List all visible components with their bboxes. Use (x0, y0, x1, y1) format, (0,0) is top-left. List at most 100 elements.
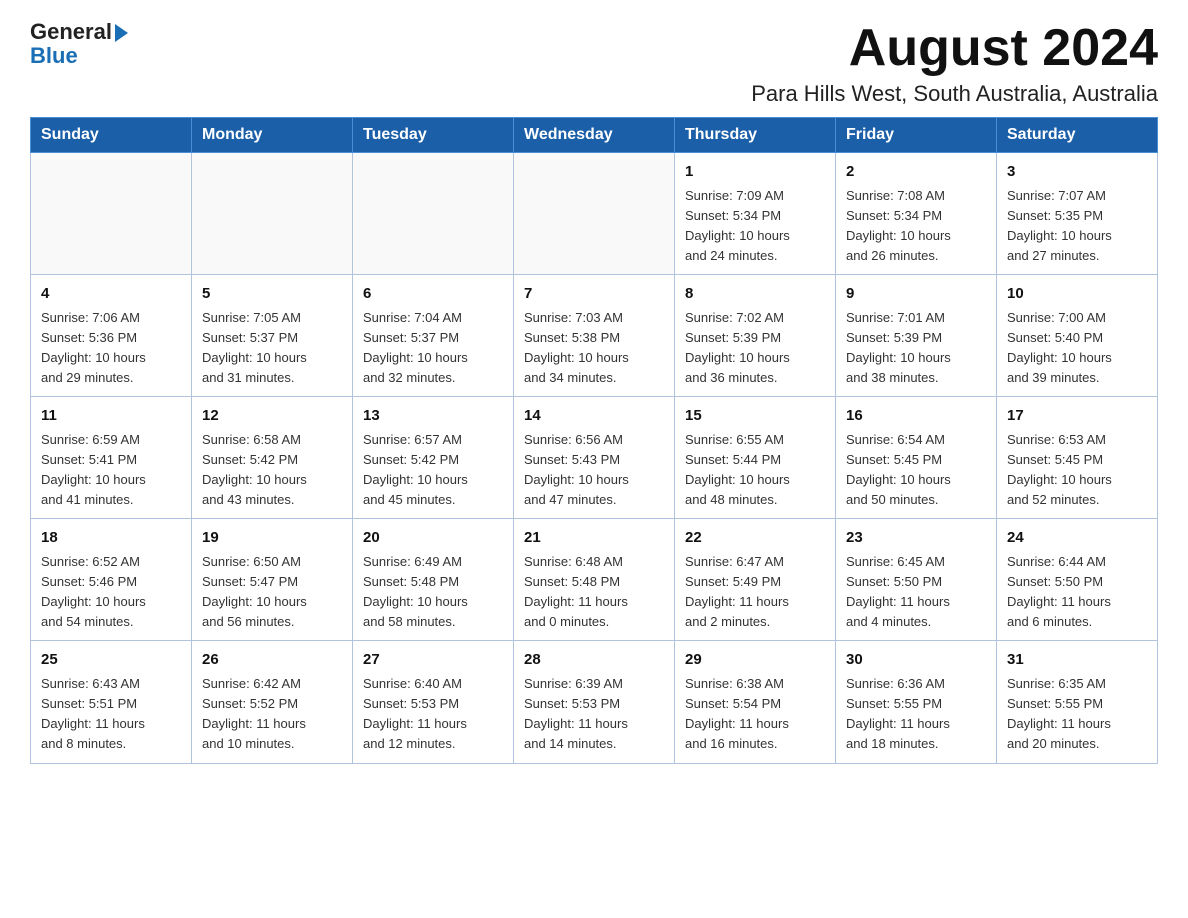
day-number: 2 (846, 161, 986, 184)
calendar-cell: 21Sunrise: 6:48 AMSunset: 5:48 PMDayligh… (514, 519, 675, 641)
calendar-cell: 8Sunrise: 7:02 AMSunset: 5:39 PMDaylight… (675, 275, 836, 397)
calendar-cell: 28Sunrise: 6:39 AMSunset: 5:53 PMDayligh… (514, 641, 675, 763)
day-number: 17 (1007, 405, 1147, 428)
day-number: 31 (1007, 649, 1147, 672)
day-info: Sunrise: 6:56 AMSunset: 5:43 PMDaylight:… (524, 430, 664, 511)
calendar-cell: 15Sunrise: 6:55 AMSunset: 5:44 PMDayligh… (675, 397, 836, 519)
calendar-cell: 12Sunrise: 6:58 AMSunset: 5:42 PMDayligh… (192, 397, 353, 519)
logo-text-general: General (30, 20, 112, 44)
calendar-cell: 5Sunrise: 7:05 AMSunset: 5:37 PMDaylight… (192, 275, 353, 397)
week-row-3: 11Sunrise: 6:59 AMSunset: 5:41 PMDayligh… (31, 397, 1158, 519)
weekday-header-sunday: Sunday (31, 118, 192, 153)
calendar-cell: 30Sunrise: 6:36 AMSunset: 5:55 PMDayligh… (836, 641, 997, 763)
calendar-cell (353, 153, 514, 275)
calendar-cell: 19Sunrise: 6:50 AMSunset: 5:47 PMDayligh… (192, 519, 353, 641)
weekday-header-thursday: Thursday (675, 118, 836, 153)
day-info: Sunrise: 7:03 AMSunset: 5:38 PMDaylight:… (524, 308, 664, 389)
day-number: 8 (685, 283, 825, 306)
day-number: 27 (363, 649, 503, 672)
calendar-cell: 17Sunrise: 6:53 AMSunset: 5:45 PMDayligh… (997, 397, 1158, 519)
calendar-cell: 29Sunrise: 6:38 AMSunset: 5:54 PMDayligh… (675, 641, 836, 763)
calendar-cell (192, 153, 353, 275)
day-number: 3 (1007, 161, 1147, 184)
day-info: Sunrise: 6:49 AMSunset: 5:48 PMDaylight:… (363, 552, 503, 633)
day-info: Sunrise: 7:02 AMSunset: 5:39 PMDaylight:… (685, 308, 825, 389)
day-info: Sunrise: 6:53 AMSunset: 5:45 PMDaylight:… (1007, 430, 1147, 511)
day-number: 18 (41, 527, 181, 550)
day-number: 6 (363, 283, 503, 306)
calendar-cell (31, 153, 192, 275)
day-number: 30 (846, 649, 986, 672)
day-number: 24 (1007, 527, 1147, 550)
day-info: Sunrise: 6:57 AMSunset: 5:42 PMDaylight:… (363, 430, 503, 511)
logo-text-blue: Blue (30, 44, 78, 68)
calendar-cell: 18Sunrise: 6:52 AMSunset: 5:46 PMDayligh… (31, 519, 192, 641)
calendar-cell: 20Sunrise: 6:49 AMSunset: 5:48 PMDayligh… (353, 519, 514, 641)
day-info: Sunrise: 7:06 AMSunset: 5:36 PMDaylight:… (41, 308, 181, 389)
calendar-cell: 6Sunrise: 7:04 AMSunset: 5:37 PMDaylight… (353, 275, 514, 397)
calendar-table: SundayMondayTuesdayWednesdayThursdayFrid… (30, 117, 1158, 763)
day-info: Sunrise: 6:48 AMSunset: 5:48 PMDaylight:… (524, 552, 664, 633)
day-number: 11 (41, 405, 181, 428)
day-number: 4 (41, 283, 181, 306)
day-info: Sunrise: 6:59 AMSunset: 5:41 PMDaylight:… (41, 430, 181, 511)
calendar-cell: 2Sunrise: 7:08 AMSunset: 5:34 PMDaylight… (836, 153, 997, 275)
day-number: 28 (524, 649, 664, 672)
day-number: 21 (524, 527, 664, 550)
day-info: Sunrise: 6:39 AMSunset: 5:53 PMDaylight:… (524, 674, 664, 755)
day-info: Sunrise: 6:36 AMSunset: 5:55 PMDaylight:… (846, 674, 986, 755)
day-number: 5 (202, 283, 342, 306)
week-row-5: 25Sunrise: 6:43 AMSunset: 5:51 PMDayligh… (31, 641, 1158, 763)
calendar-cell: 31Sunrise: 6:35 AMSunset: 5:55 PMDayligh… (997, 641, 1158, 763)
day-info: Sunrise: 7:07 AMSunset: 5:35 PMDaylight:… (1007, 186, 1147, 267)
day-info: Sunrise: 6:47 AMSunset: 5:49 PMDaylight:… (685, 552, 825, 633)
calendar-cell: 22Sunrise: 6:47 AMSunset: 5:49 PMDayligh… (675, 519, 836, 641)
day-number: 9 (846, 283, 986, 306)
weekday-header-wednesday: Wednesday (514, 118, 675, 153)
calendar-cell: 24Sunrise: 6:44 AMSunset: 5:50 PMDayligh… (997, 519, 1158, 641)
week-row-2: 4Sunrise: 7:06 AMSunset: 5:36 PMDaylight… (31, 275, 1158, 397)
day-info: Sunrise: 7:04 AMSunset: 5:37 PMDaylight:… (363, 308, 503, 389)
day-info: Sunrise: 6:42 AMSunset: 5:52 PMDaylight:… (202, 674, 342, 755)
day-info: Sunrise: 6:43 AMSunset: 5:51 PMDaylight:… (41, 674, 181, 755)
calendar-cell: 9Sunrise: 7:01 AMSunset: 5:39 PMDaylight… (836, 275, 997, 397)
day-info: Sunrise: 6:55 AMSunset: 5:44 PMDaylight:… (685, 430, 825, 511)
week-row-1: 1Sunrise: 7:09 AMSunset: 5:34 PMDaylight… (31, 153, 1158, 275)
day-info: Sunrise: 6:54 AMSunset: 5:45 PMDaylight:… (846, 430, 986, 511)
day-info: Sunrise: 7:01 AMSunset: 5:39 PMDaylight:… (846, 308, 986, 389)
calendar-cell: 4Sunrise: 7:06 AMSunset: 5:36 PMDaylight… (31, 275, 192, 397)
weekday-header-friday: Friday (836, 118, 997, 153)
day-number: 15 (685, 405, 825, 428)
day-info: Sunrise: 7:09 AMSunset: 5:34 PMDaylight:… (685, 186, 825, 267)
calendar-cell: 10Sunrise: 7:00 AMSunset: 5:40 PMDayligh… (997, 275, 1158, 397)
calendar-cell: 23Sunrise: 6:45 AMSunset: 5:50 PMDayligh… (836, 519, 997, 641)
day-info: Sunrise: 6:45 AMSunset: 5:50 PMDaylight:… (846, 552, 986, 633)
day-number: 22 (685, 527, 825, 550)
title-area: August 2024 Para Hills West, South Austr… (751, 20, 1158, 107)
day-info: Sunrise: 6:52 AMSunset: 5:46 PMDaylight:… (41, 552, 181, 633)
day-number: 26 (202, 649, 342, 672)
week-row-4: 18Sunrise: 6:52 AMSunset: 5:46 PMDayligh… (31, 519, 1158, 641)
day-info: Sunrise: 6:40 AMSunset: 5:53 PMDaylight:… (363, 674, 503, 755)
calendar-cell: 14Sunrise: 6:56 AMSunset: 5:43 PMDayligh… (514, 397, 675, 519)
day-info: Sunrise: 6:58 AMSunset: 5:42 PMDaylight:… (202, 430, 342, 511)
calendar-cell: 1Sunrise: 7:09 AMSunset: 5:34 PMDaylight… (675, 153, 836, 275)
day-info: Sunrise: 7:00 AMSunset: 5:40 PMDaylight:… (1007, 308, 1147, 389)
calendar-cell: 7Sunrise: 7:03 AMSunset: 5:38 PMDaylight… (514, 275, 675, 397)
calendar-cell (514, 153, 675, 275)
logo-arrow-icon (115, 24, 128, 42)
page-header: General Blue August 2024 Para Hills West… (30, 20, 1158, 107)
weekday-header-tuesday: Tuesday (353, 118, 514, 153)
day-number: 7 (524, 283, 664, 306)
calendar-cell: 26Sunrise: 6:42 AMSunset: 5:52 PMDayligh… (192, 641, 353, 763)
day-number: 10 (1007, 283, 1147, 306)
day-info: Sunrise: 6:50 AMSunset: 5:47 PMDaylight:… (202, 552, 342, 633)
calendar-cell: 13Sunrise: 6:57 AMSunset: 5:42 PMDayligh… (353, 397, 514, 519)
day-number: 16 (846, 405, 986, 428)
weekday-header-saturday: Saturday (997, 118, 1158, 153)
calendar-cell: 16Sunrise: 6:54 AMSunset: 5:45 PMDayligh… (836, 397, 997, 519)
weekday-header-monday: Monday (192, 118, 353, 153)
location-subtitle: Para Hills West, South Australia, Austra… (751, 81, 1158, 107)
calendar-cell: 3Sunrise: 7:07 AMSunset: 5:35 PMDaylight… (997, 153, 1158, 275)
day-info: Sunrise: 6:35 AMSunset: 5:55 PMDaylight:… (1007, 674, 1147, 755)
